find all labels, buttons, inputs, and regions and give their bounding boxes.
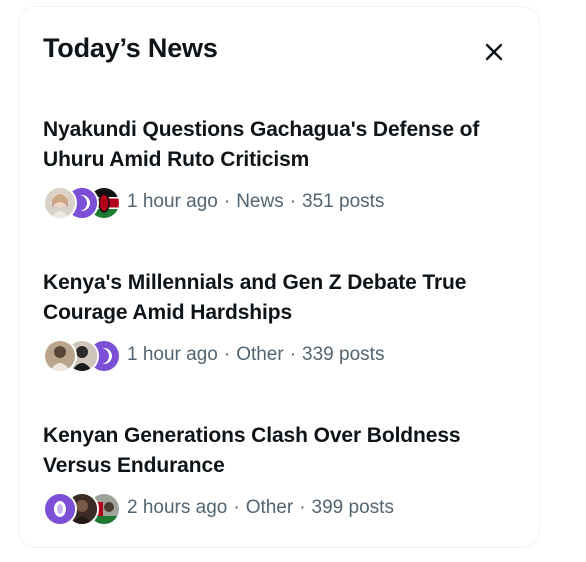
news-headline[interactable]: Kenya's Millennials and Gen Z Debate Tru… <box>43 268 523 328</box>
news-time: 1 hour ago <box>127 344 218 365</box>
avatar <box>43 492 77 526</box>
news-post-count: 351 posts <box>302 191 385 212</box>
avatar-stack <box>43 338 121 373</box>
news-meta: 1 hour ago · Other · 339 posts <box>43 338 523 373</box>
news-item[interactable]: Kenyan Generations Clash Over Boldness V… <box>43 421 523 526</box>
news-category: Other <box>236 344 284 365</box>
news-meta: 2 hours ago · Other · 399 posts <box>43 491 523 526</box>
news-meta-text: 1 hour ago · Other · 339 posts <box>127 344 385 365</box>
avatar <box>43 339 77 373</box>
news-category: News <box>236 191 284 212</box>
news-item[interactable]: Kenya's Millennials and Gen Z Debate Tru… <box>43 268 523 373</box>
news-headline[interactable]: Kenyan Generations Clash Over Boldness V… <box>43 421 523 481</box>
news-post-count: 339 posts <box>302 344 385 365</box>
panel-title: Today’s News <box>43 33 218 63</box>
news-meta-text: 1 hour ago · News · 351 posts <box>127 191 385 212</box>
news-post-count: 399 posts <box>311 497 394 518</box>
news-time: 1 hour ago <box>127 191 218 212</box>
news-meta: 1 hour ago · News · 351 posts <box>43 185 523 220</box>
avatar <box>43 186 77 220</box>
news-headline[interactable]: Nyakundi Questions Gachagua's Defense of… <box>43 115 523 175</box>
close-icon <box>485 43 503 61</box>
avatar-stack <box>43 491 121 526</box>
news-meta-text: 2 hours ago · Other · 399 posts <box>127 497 394 518</box>
todays-news-panel: Today’s News Nyakundi Questions Gachagua… <box>18 6 540 548</box>
avatar-stack <box>43 185 121 220</box>
news-time: 2 hours ago <box>127 497 228 518</box>
news-item[interactable]: Nyakundi Questions Gachagua's Defense of… <box>43 115 523 220</box>
news-category: Other <box>245 497 294 518</box>
close-button[interactable] <box>477 35 511 69</box>
